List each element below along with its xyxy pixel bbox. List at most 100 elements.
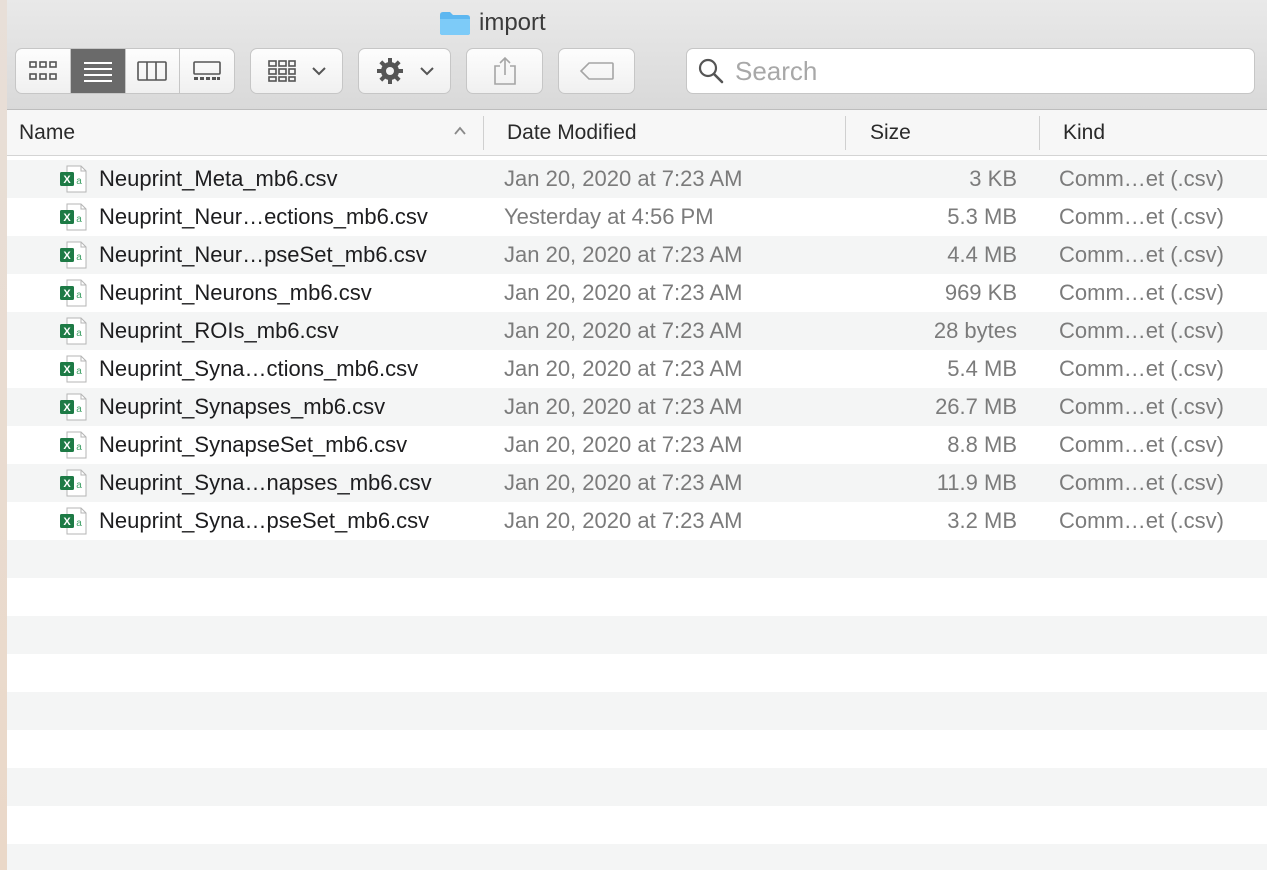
svg-text:X: X bbox=[63, 326, 71, 338]
column-header-kind-label: Kind bbox=[1063, 120, 1106, 144]
window-title: import bbox=[439, 6, 546, 40]
column-header-row: Name Date Modified Size Kind bbox=[7, 110, 1267, 156]
finder-toolbar: import bbox=[7, 0, 1267, 110]
svg-text:a: a bbox=[76, 252, 82, 263]
empty-row bbox=[7, 768, 1267, 806]
file-kind: Comm…et (.csv) bbox=[1059, 432, 1224, 457]
file-row[interactable]: Xa Neuprint_Neur…ections_mb6.csv Yesterday… bbox=[7, 198, 1267, 236]
file-name: Neuprint_ROIs_mb6.csv bbox=[99, 318, 339, 343]
file-row[interactable]: Xa Neuprint_Neur…pseSet_mb6.csv Jan 20, 20… bbox=[7, 236, 1267, 274]
svg-text:a: a bbox=[76, 404, 82, 415]
file-kind: Comm…et (.csv) bbox=[1059, 508, 1224, 533]
group-by-button[interactable] bbox=[250, 48, 343, 94]
file-row[interactable]: Xa Neuprint_ROIs_mb6.csv Jan 20, 2020 at 7… bbox=[7, 312, 1267, 350]
file-size: 28 bytes bbox=[933, 318, 1017, 343]
view-mode-segmented-control bbox=[15, 48, 235, 94]
column-header-date[interactable]: Date Modified bbox=[507, 110, 637, 155]
tag-button[interactable] bbox=[558, 48, 635, 94]
sort-ascending-chevron-icon bbox=[454, 126, 466, 135]
file-kind: Comm…et (.csv) bbox=[1059, 166, 1224, 191]
svg-text:a: a bbox=[76, 328, 82, 339]
file-row[interactable]: Xa Neuprint_Syna…ctions_mb6.csv Jan 20, 20… bbox=[7, 350, 1267, 388]
svg-text:X: X bbox=[63, 516, 71, 528]
action-gear-button[interactable] bbox=[358, 48, 451, 94]
window-title-text: import bbox=[479, 9, 546, 36]
file-size: 3.2 MB bbox=[947, 508, 1017, 533]
file-row[interactable]: Xa Neuprint_SynapseSet_mb6.csv Jan 20, 202… bbox=[7, 426, 1267, 464]
svg-text:a: a bbox=[76, 214, 82, 225]
file-size: 3 KB bbox=[969, 166, 1017, 191]
excel-csv-file-icon: Xa bbox=[60, 317, 87, 345]
file-row[interactable]: Xa Neuprint_Synapses_mb6.csv Jan 20, 2020 … bbox=[7, 388, 1267, 426]
file-kind: Comm…et (.csv) bbox=[1059, 280, 1224, 305]
gear-icon bbox=[376, 58, 403, 84]
svg-text:X: X bbox=[63, 402, 71, 414]
column-view-button[interactable] bbox=[126, 49, 181, 93]
file-row[interactable]: Xa Neuprint_Syna…napses_mb6.csv Jan 20, 20… bbox=[7, 464, 1267, 502]
file-kind: Comm…et (.csv) bbox=[1059, 394, 1224, 419]
gallery-icon bbox=[193, 61, 221, 80]
search-field[interactable] bbox=[686, 48, 1255, 94]
svg-text:a: a bbox=[76, 176, 82, 187]
column-divider[interactable] bbox=[483, 116, 484, 150]
file-row[interactable]: Xa Neuprint_Neurons_mb6.csv Jan 20, 2020 a… bbox=[7, 274, 1267, 312]
file-date-modified: Jan 20, 2020 at 7:23 AM bbox=[504, 432, 743, 457]
svg-text:a: a bbox=[76, 442, 82, 453]
file-date-modified: Jan 20, 2020 at 7:23 AM bbox=[504, 242, 743, 267]
file-kind: Comm…et (.csv) bbox=[1059, 204, 1224, 229]
search-input[interactable] bbox=[733, 51, 1237, 91]
file-kind: Comm…et (.csv) bbox=[1059, 356, 1224, 381]
file-name: Neuprint_Neurons_mb6.csv bbox=[99, 280, 372, 305]
excel-csv-file-icon: Xa bbox=[60, 241, 87, 269]
column-divider[interactable] bbox=[845, 116, 846, 150]
column-header-name-label: Name bbox=[19, 120, 76, 144]
file-size: 4.4 MB bbox=[947, 242, 1017, 267]
svg-text:X: X bbox=[63, 212, 71, 224]
file-kind: Comm…et (.csv) bbox=[1059, 318, 1224, 343]
empty-row bbox=[7, 730, 1267, 768]
empty-row bbox=[7, 578, 1267, 616]
file-date-modified: Yesterday at 4:56 PM bbox=[504, 204, 714, 229]
gallery-view-button[interactable] bbox=[180, 49, 234, 93]
svg-text:X: X bbox=[63, 174, 71, 186]
column-header-date-label: Date Modified bbox=[507, 120, 637, 144]
file-date-modified: Jan 20, 2020 at 7:23 AM bbox=[504, 356, 743, 381]
column-header-size[interactable]: Size bbox=[870, 110, 911, 155]
excel-csv-file-icon: Xa bbox=[60, 203, 87, 231]
excel-csv-file-icon: Xa bbox=[60, 507, 87, 535]
svg-text:X: X bbox=[63, 364, 71, 376]
tag-icon bbox=[579, 62, 614, 80]
file-name: Neuprint_Neur…ections_mb6.csv bbox=[99, 204, 428, 229]
file-date-modified: Jan 20, 2020 at 7:23 AM bbox=[504, 166, 743, 191]
list-view-button[interactable] bbox=[70, 49, 126, 93]
file-row[interactable]: Xa Neuprint_Meta_mb6.csv Jan 20, 2020 at 7… bbox=[7, 160, 1267, 198]
group-grid-icon bbox=[267, 60, 296, 82]
empty-row bbox=[7, 654, 1267, 692]
icon-grid-icon bbox=[29, 61, 57, 80]
column-divider[interactable] bbox=[1039, 116, 1040, 150]
excel-csv-file-icon: Xa bbox=[60, 469, 87, 497]
column-header-kind[interactable]: Kind bbox=[1063, 110, 1105, 155]
file-name: Neuprint_Syna…pseSet_mb6.csv bbox=[99, 508, 430, 533]
file-list: Xa Neuprint_Meta_mb6.csv Jan 20, 2020 at 7… bbox=[7, 160, 1267, 870]
file-row[interactable]: Xa Neuprint_Syna…pseSet_mb6.csv Jan 20, 20… bbox=[7, 502, 1267, 540]
svg-text:X: X bbox=[63, 250, 71, 262]
folder-icon bbox=[440, 12, 470, 35]
file-size: 26.7 MB bbox=[935, 394, 1017, 419]
file-date-modified: Jan 20, 2020 at 7:23 AM bbox=[504, 318, 743, 343]
svg-text:a: a bbox=[76, 366, 82, 377]
share-button[interactable] bbox=[466, 48, 543, 94]
file-size: 5.3 MB bbox=[947, 204, 1017, 229]
excel-csv-file-icon: Xa bbox=[60, 393, 87, 421]
column-header-name[interactable]: Name bbox=[19, 110, 75, 155]
excel-csv-file-icon: Xa bbox=[60, 279, 87, 307]
file-size: 8.8 MB bbox=[947, 432, 1017, 457]
file-name: Neuprint_Syna…ctions_mb6.csv bbox=[99, 356, 419, 381]
list-lines-icon bbox=[83, 62, 112, 82]
file-size: 969 KB bbox=[944, 280, 1017, 305]
column-header-size-label: Size bbox=[870, 120, 911, 144]
excel-csv-file-icon: Xa bbox=[60, 355, 87, 383]
icon-view-button[interactable] bbox=[16, 49, 71, 93]
file-date-modified: Jan 20, 2020 at 7:23 AM bbox=[504, 470, 743, 495]
svg-text:a: a bbox=[76, 480, 82, 491]
